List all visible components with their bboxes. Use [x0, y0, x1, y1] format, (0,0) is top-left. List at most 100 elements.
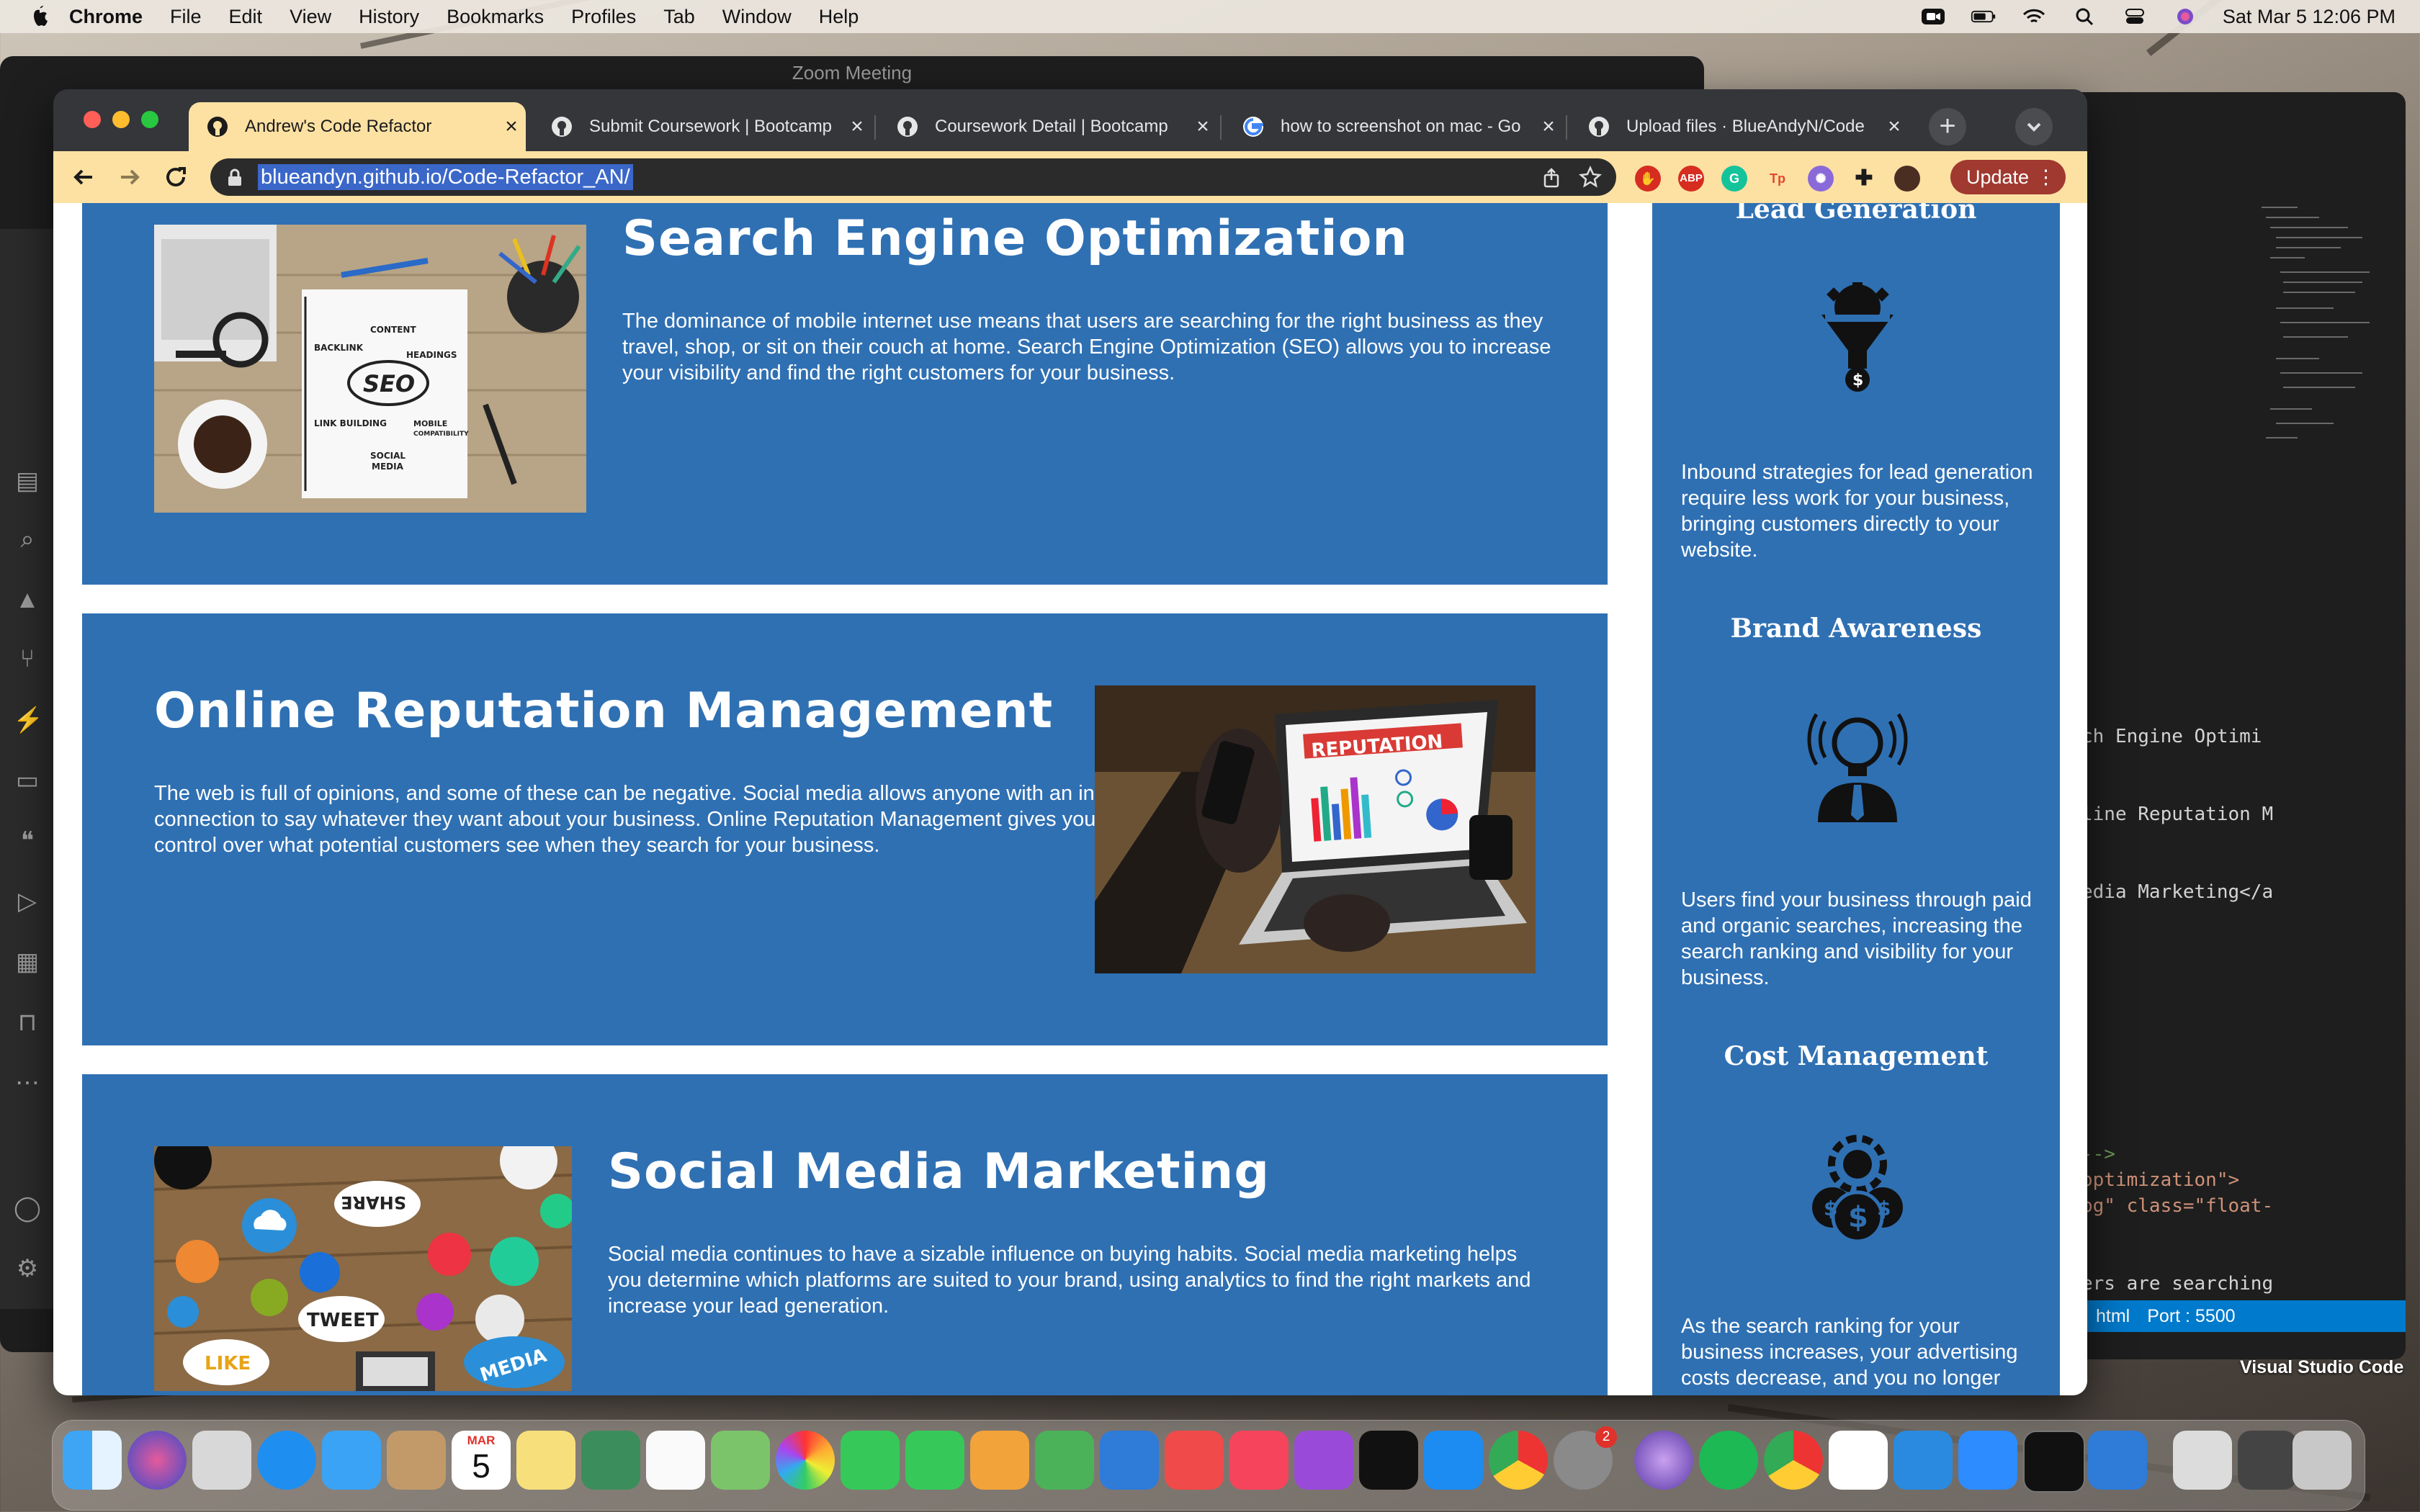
keynote-icon[interactable]: [1100, 1431, 1159, 1490]
spotify-icon[interactable]: [1699, 1431, 1758, 1490]
facetime-icon[interactable]: [905, 1431, 964, 1490]
chrome-window[interactable]: Andrew's Code Refactor × Submit Coursewo…: [53, 89, 2087, 1395]
apple-icon[interactable]: [29, 4, 50, 29]
folder-icon[interactable]: ▭: [13, 766, 42, 795]
tab-upload-files[interactable]: Upload files · BlueAndyN/Code ×: [1570, 102, 1909, 151]
blocks-icon[interactable]: ▦: [13, 948, 42, 976]
branch-icon[interactable]: ⑂: [13, 645, 42, 674]
vscode-code-line[interactable]: ch Engine Optimi: [2081, 726, 2262, 747]
page-viewport[interactable]: CONTENT BACKLINK HEADINGS SEO LINK BUILD…: [53, 203, 2087, 1395]
extension-flower-icon[interactable]: ✺: [1808, 166, 1834, 192]
wifi-icon[interactable]: [2021, 7, 2047, 26]
extension-tp-icon[interactable]: Tp: [1765, 166, 1791, 192]
new-tab-button[interactable]: +: [1929, 108, 1966, 145]
spotlight-search-icon[interactable]: [2071, 7, 2097, 26]
reminders-icon[interactable]: [646, 1431, 705, 1490]
menu-history[interactable]: History: [359, 6, 419, 28]
battery-icon[interactable]: [1971, 7, 1996, 26]
vscode-code-line[interactable]: line Reputation M: [2081, 804, 2273, 825]
back-arrow-icon[interactable]: [69, 163, 98, 192]
play-icon[interactable]: ▷: [13, 887, 42, 916]
share-icon[interactable]: [1541, 167, 1561, 189]
bolt-icon[interactable]: ⚡: [13, 706, 43, 734]
update-chrome-button[interactable]: Update ⋮: [1950, 160, 2066, 194]
numbers-icon[interactable]: [1035, 1431, 1094, 1490]
reload-icon[interactable]: [161, 163, 190, 192]
menu-view[interactable]: View: [290, 6, 331, 28]
tab-coursework-detail[interactable]: Coursework Detail | Bootcamp ×: [879, 102, 1217, 151]
menu-file[interactable]: File: [170, 6, 202, 28]
control-center-icon[interactable]: [2122, 7, 2148, 26]
xcode-icon[interactable]: [2088, 1431, 2147, 1490]
vscode-language[interactable]: html: [2096, 1300, 2130, 1332]
tab-search-button[interactable]: [2015, 108, 2053, 145]
triangle-icon[interactable]: ▲: [13, 586, 42, 615]
menu-help[interactable]: Help: [819, 6, 859, 28]
menu-profiles[interactable]: Profiles: [571, 6, 636, 28]
close-tab-icon[interactable]: ×: [1534, 114, 1563, 139]
bookmark-star-icon[interactable]: [1579, 166, 1602, 189]
maps-icon[interactable]: [711, 1431, 770, 1490]
vscode-port[interactable]: Port : 5500: [2147, 1300, 2235, 1332]
trash-icon[interactable]: [2293, 1431, 2352, 1490]
photos-icon[interactable]: [776, 1431, 835, 1490]
search-icon[interactable]: ⌕: [13, 526, 42, 554]
podcasts-icon[interactable]: [1294, 1431, 1353, 1490]
chrome-dock-icon[interactable]: [1489, 1431, 1548, 1490]
files-icon[interactable]: ▤: [13, 467, 42, 495]
quote-icon[interactable]: ❝: [13, 827, 42, 855]
chrome-alt-dock-icon[interactable]: [1764, 1431, 1823, 1490]
zoom-window-button[interactable]: [141, 111, 158, 128]
profile-avatar[interactable]: [1894, 166, 1920, 192]
account-icon[interactable]: ◯: [13, 1194, 42, 1223]
vscode-code-line[interactable]: optimization">: [2081, 1169, 2239, 1191]
tab-andrews-code-refactor[interactable]: Andrew's Code Refactor ×: [189, 102, 526, 151]
close-tab-icon[interactable]: ×: [497, 114, 526, 139]
slack-icon[interactable]: [1829, 1431, 1888, 1490]
close-tab-icon[interactable]: ×: [1880, 114, 1909, 139]
system-preferences-icon[interactable]: 2: [1554, 1426, 1617, 1490]
extensions-puzzle-icon[interactable]: ✚: [1851, 166, 1877, 192]
close-window-button[interactable]: [84, 111, 101, 128]
tab-google-search[interactable]: how to screenshot on mac - Go ×: [1224, 102, 1563, 151]
menubar-clock[interactable]: Sat Mar 5 12:06 PM: [2223, 6, 2396, 28]
extension-stop-icon[interactable]: ✋: [1635, 166, 1661, 192]
settings-gear-icon[interactable]: ⚙: [13, 1254, 42, 1283]
vscode-code-line[interactable]: ers are searching: [2081, 1273, 2273, 1295]
safari-icon[interactable]: [257, 1431, 316, 1490]
menu-app-chrome[interactable]: Chrome: [69, 6, 143, 28]
tab-submit-coursework[interactable]: Submit Coursework | Bootcamp ×: [533, 102, 871, 151]
close-tab-icon[interactable]: ×: [1188, 114, 1217, 139]
more-icon[interactable]: ⋯: [13, 1068, 42, 1097]
vscode-code-line[interactable]: edia Marketing</a: [2081, 881, 2273, 903]
siri-icon[interactable]: [2172, 7, 2198, 26]
messages-icon[interactable]: [841, 1431, 900, 1490]
menu-window[interactable]: Window: [722, 6, 792, 28]
terminal-icon[interactable]: [2023, 1431, 2085, 1493]
vscode-code-line[interactable]: pg" class="float-: [2081, 1195, 2273, 1217]
siri-dock-icon[interactable]: [127, 1431, 187, 1490]
menu-tab[interactable]: Tab: [663, 6, 695, 28]
close-tab-icon[interactable]: ×: [843, 114, 871, 139]
launchpad-icon[interactable]: [192, 1431, 251, 1490]
grammarly-icon[interactable]: G: [1721, 166, 1747, 192]
music-icon[interactable]: [1229, 1431, 1289, 1490]
notes-icon[interactable]: [516, 1431, 575, 1490]
menu-bookmarks[interactable]: Bookmarks: [447, 6, 544, 28]
screenshot-app-icon[interactable]: [1634, 1431, 1693, 1490]
vscode-dock-icon[interactable]: [1894, 1431, 1953, 1490]
bookmark-icon[interactable]: ⊓: [13, 1008, 42, 1037]
pages-icon[interactable]: [970, 1431, 1029, 1490]
atom-icon[interactable]: [581, 1431, 640, 1490]
archive-icon[interactable]: [2173, 1431, 2232, 1490]
menu-edit[interactable]: Edit: [229, 6, 263, 28]
news-icon[interactable]: [1165, 1431, 1224, 1490]
contacts-icon[interactable]: [387, 1431, 446, 1490]
zoom-status-icon[interactable]: [1920, 7, 1946, 26]
more-options-icon[interactable]: ⋮: [2036, 160, 2056, 194]
apple-tv-icon[interactable]: [1359, 1431, 1418, 1490]
zoom-dock-icon[interactable]: [1958, 1431, 2017, 1490]
adblock-plus-icon[interactable]: ABP: [1678, 166, 1704, 192]
calendar-icon[interactable]: MAR 5: [452, 1431, 511, 1490]
url-text[interactable]: blueandyn.github.io/Code-Refactor_AN/: [258, 164, 633, 190]
